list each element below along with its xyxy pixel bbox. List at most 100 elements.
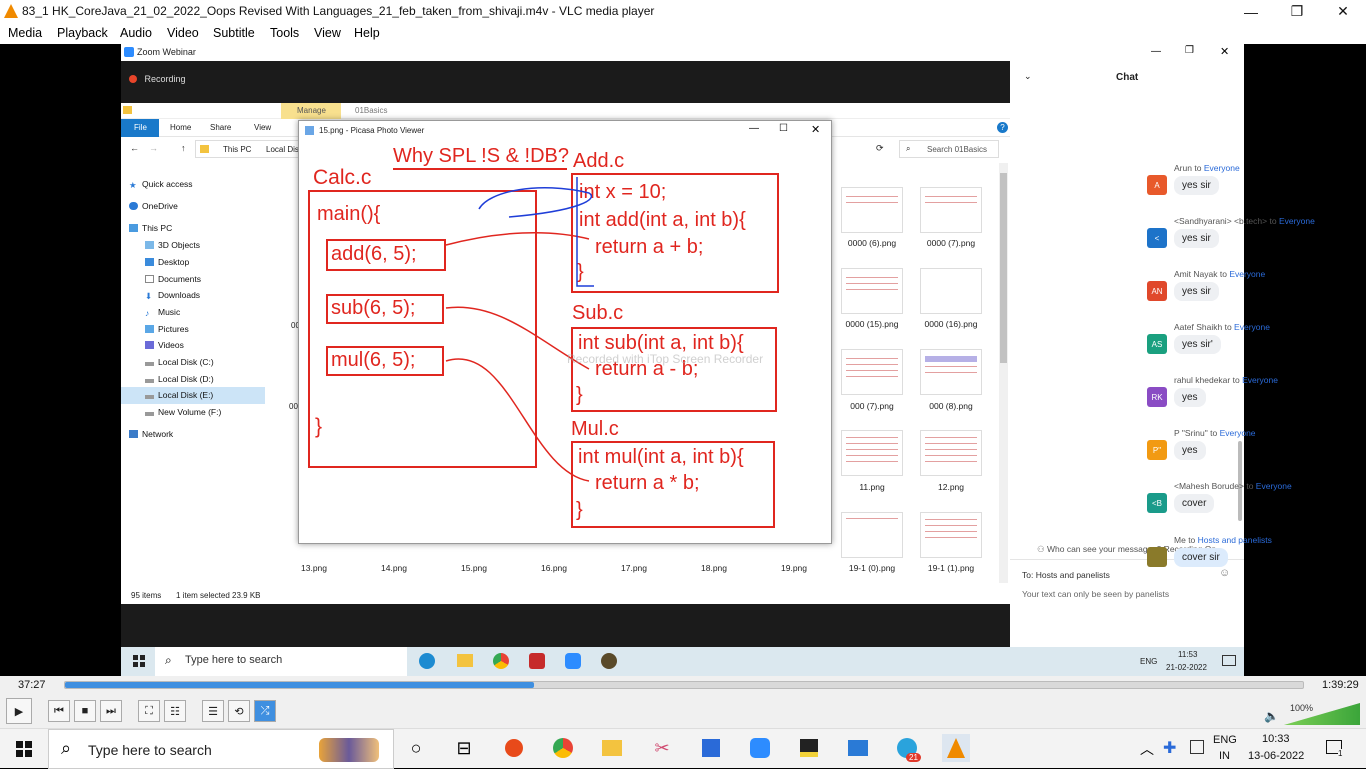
file-thumbnail[interactable] (841, 187, 903, 233)
previous-button[interactable]: ⏮ (48, 700, 70, 722)
nav-music[interactable]: ♪ Music (145, 307, 180, 318)
maximize-button[interactable]: ❐ (1274, 0, 1320, 23)
chat-to-line[interactable]: To: Hosts and panelists (1022, 570, 1110, 580)
nav-pictures[interactable]: Pictures (145, 324, 189, 334)
volume-icon[interactable]: 🔈 (1264, 709, 1279, 723)
menu-view[interactable]: View (314, 26, 341, 40)
path-this-pc[interactable]: This PC (223, 145, 251, 154)
nav-this-pc[interactable]: This PC (129, 223, 172, 233)
menu-tools[interactable]: Tools (270, 26, 299, 40)
shared-lang: ENG (1140, 657, 1158, 666)
tray-chevron-icon[interactable]: ︿ (1140, 739, 1154, 759)
seek-progress (65, 682, 535, 688)
play-button[interactable]: ▶ (6, 698, 32, 724)
path-local-disk[interactable]: Local Dis (266, 145, 299, 154)
file-thumbnail[interactable] (841, 268, 903, 314)
file-explorer-icon[interactable] (598, 734, 626, 762)
close-button[interactable]: ✕ (1320, 0, 1366, 23)
search-box[interactable]: ⌕ Search 01Basics (899, 140, 999, 158)
taskbar-time[interactable]: 10:33 (1262, 733, 1290, 745)
minimize-button[interactable]: — (1228, 0, 1274, 23)
menu-video[interactable]: Video (167, 26, 199, 40)
task-view-icon[interactable]: ⊟ (450, 734, 478, 762)
loop-button[interactable]: ⟲ (228, 700, 250, 722)
taskbar-date[interactable]: 13-06-2022 (1248, 750, 1304, 762)
zoom-close-icon[interactable]: ✕ (1220, 45, 1229, 58)
refresh-icon[interactable]: ⟳ (876, 143, 884, 154)
extended-settings-button[interactable]: ☷ (164, 700, 186, 722)
snipping-icon[interactable]: ✂ (648, 734, 676, 762)
message-sender: Me to Hosts and panelists (1174, 535, 1272, 545)
playlist-button[interactable]: ☰ (202, 700, 224, 722)
nav-local-disk-e[interactable]: Local Disk (E:) (145, 390, 213, 400)
ribbon-view[interactable]: View (254, 123, 271, 132)
zoom-minimize-icon[interactable]: — (1151, 46, 1161, 57)
ribbon-home[interactable]: Home (170, 123, 191, 132)
nav-onedrive[interactable]: OneDrive (129, 201, 178, 211)
nav-quick-access[interactable]: ★ Quick access (129, 179, 193, 190)
nav-downloads[interactable]: ⬇ Downloads (145, 290, 200, 301)
store-icon[interactable] (697, 734, 725, 762)
file-thumbnail[interactable] (841, 512, 903, 558)
nav-videos[interactable]: Videos (145, 340, 184, 350)
menu-playback[interactable]: Playback (57, 26, 108, 40)
scroll-thumb[interactable] (1000, 173, 1007, 363)
manage-tab[interactable]: Manage (281, 103, 341, 119)
file-thumbnail[interactable] (841, 430, 903, 476)
picasa-minimize-icon[interactable]: — (749, 123, 759, 134)
picasa-maximize-icon[interactable]: ☐ (779, 123, 788, 134)
file-thumbnail[interactable] (920, 512, 982, 558)
chrome-icon[interactable] (549, 734, 577, 762)
taskbar-lang2[interactable]: IN (1219, 750, 1230, 762)
chat-collapse-icon[interactable]: ⌄ (1024, 71, 1032, 82)
nav-desktop[interactable]: Desktop (145, 257, 189, 267)
start-icon[interactable] (16, 741, 32, 757)
file-thumbnail[interactable] (841, 349, 903, 395)
back-icon[interactable]: ← (130, 143, 139, 153)
stop-button[interactable]: ■ (74, 700, 96, 722)
tray-network-icon[interactable] (1190, 740, 1204, 754)
menu-help[interactable]: Help (354, 26, 380, 40)
file-label: 0000 (15).png (845, 319, 899, 329)
up-icon[interactable]: ↑ (181, 143, 186, 153)
help-icon[interactable]: ? (997, 122, 1008, 133)
nav-local-disk-c[interactable]: Local Disk (C:) (145, 357, 214, 367)
path-box[interactable]: This PC Local Dis (195, 140, 305, 158)
zoom-maximize-icon[interactable]: ❐ (1185, 45, 1194, 56)
next-button[interactable]: ⏭ (100, 700, 122, 722)
recording-label: Recording (144, 74, 186, 84)
forward-icon[interactable]: → (149, 143, 158, 153)
zoom-icon[interactable] (746, 734, 774, 762)
video-area[interactable]: Zoom Webinar — ❐ ✕ Recording Manage 01Ba… (0, 44, 1366, 676)
menu-audio[interactable]: Audio (120, 26, 152, 40)
shuffle-button[interactable]: ⤮ (254, 700, 276, 722)
ribbon-share[interactable]: Share (210, 123, 231, 132)
nav-documents[interactable]: Documents (145, 274, 201, 284)
file-thumbnail[interactable] (920, 349, 982, 395)
file-thumbnail[interactable] (920, 187, 982, 233)
menu-subtitle[interactable]: Subtitle (213, 26, 255, 40)
menu-media[interactable]: Media (8, 26, 42, 40)
seek-bar[interactable] (64, 681, 1304, 689)
cortana-icon[interactable]: ○ (402, 734, 430, 762)
fullscreen-button[interactable]: ⛶ (138, 700, 160, 722)
nav-network[interactable]: Network (129, 429, 173, 439)
nav-new-volume-f[interactable]: New Volume (F:) (145, 407, 221, 417)
picasa-close-icon[interactable]: ✕ (811, 123, 820, 136)
nav-local-disk-d[interactable]: Local Disk (D:) (145, 374, 214, 384)
taskbar-search[interactable]: ⌕ Type here to search (48, 729, 394, 769)
sticky-notes-icon[interactable] (795, 734, 823, 762)
explorer-scrollbar[interactable] (999, 163, 1008, 583)
vlc-taskbar-icon[interactable] (942, 734, 970, 762)
zoom-title: Zoom Webinar (137, 47, 196, 57)
file-thumbnail[interactable] (920, 430, 982, 476)
taskbar-lang1[interactable]: ENG (1213, 734, 1237, 746)
file-thumbnail[interactable] (920, 268, 982, 314)
photos-icon[interactable] (844, 734, 872, 762)
avatar: A (1147, 175, 1167, 195)
chat-input-note[interactable]: Your text can only be seen by panelists (1022, 589, 1169, 599)
tray-plus-icon[interactable]: ✚ (1163, 738, 1176, 758)
recorder-icon[interactable] (500, 734, 528, 762)
ribbon-file[interactable]: File (121, 119, 159, 137)
nav-3d-objects[interactable]: 3D Objects (145, 240, 200, 250)
